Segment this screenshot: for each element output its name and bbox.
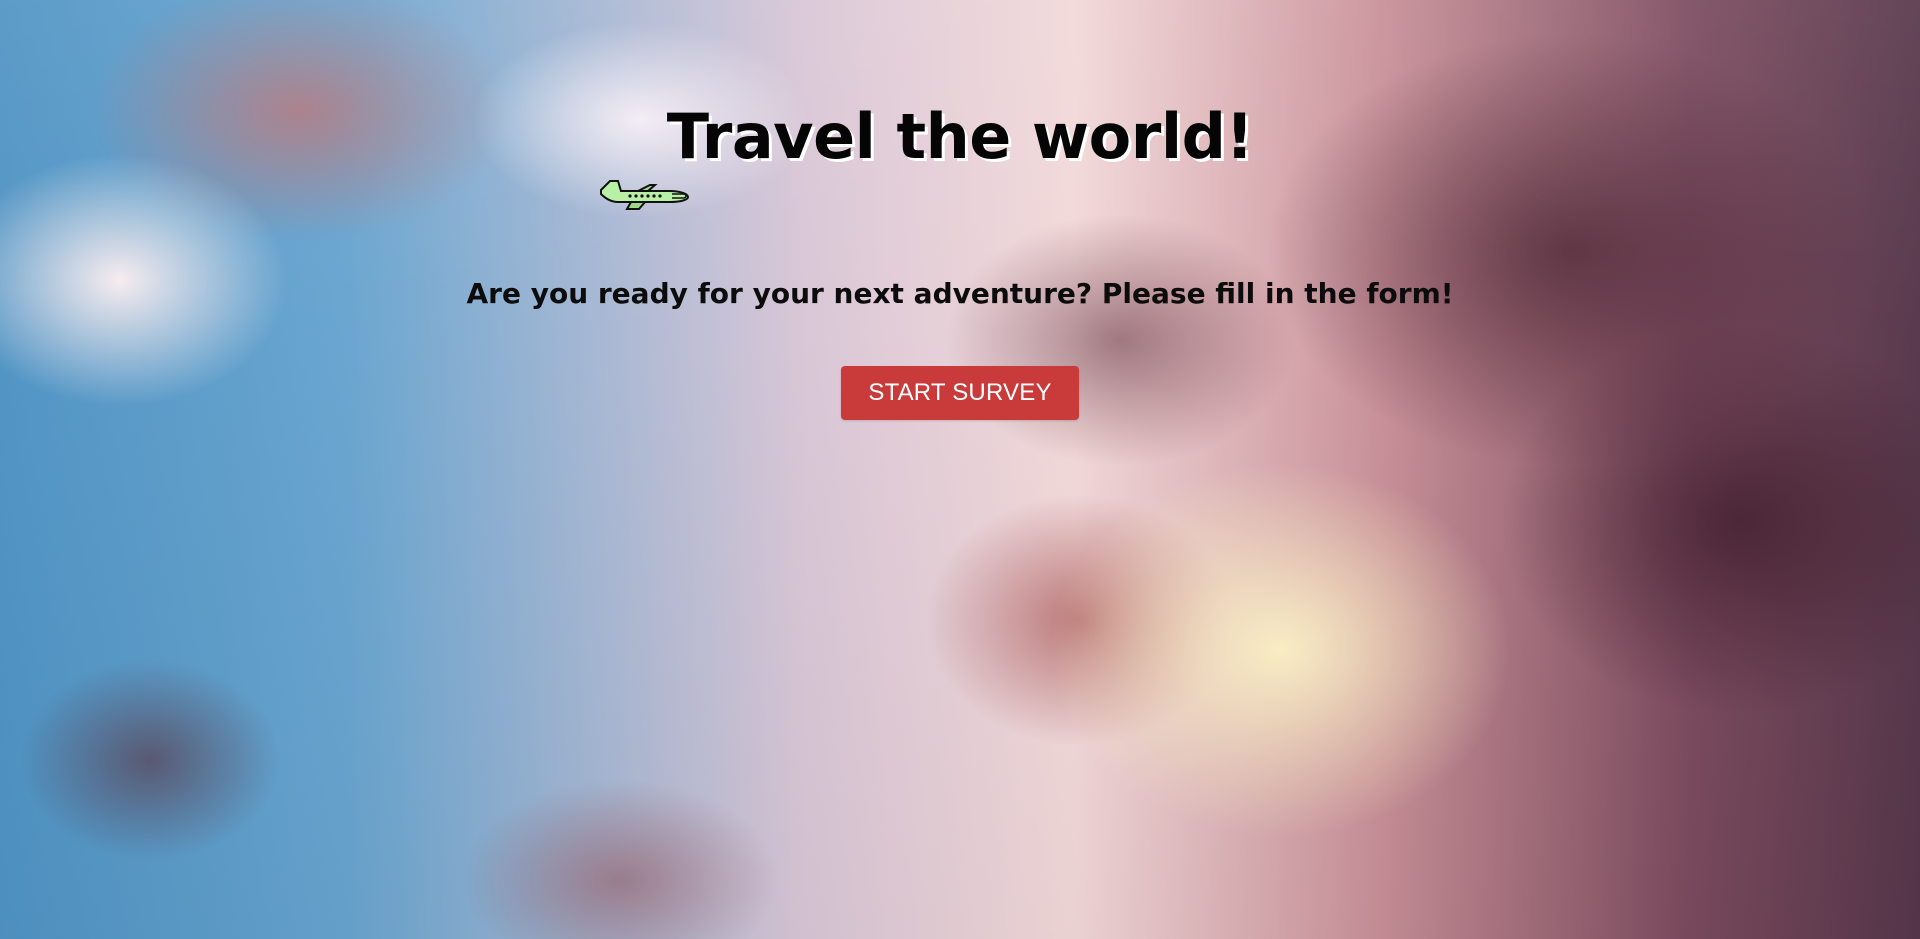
landing-hero: Travel the world! Are you ready for your… [0, 0, 1920, 939]
page-subtitle: Are you ready for your next adventure? P… [466, 277, 1454, 311]
start-survey-button[interactable]: START SURVEY [841, 366, 1079, 420]
airplane-icon [600, 180, 690, 210]
page-title: Travel the world! [666, 99, 1254, 173]
